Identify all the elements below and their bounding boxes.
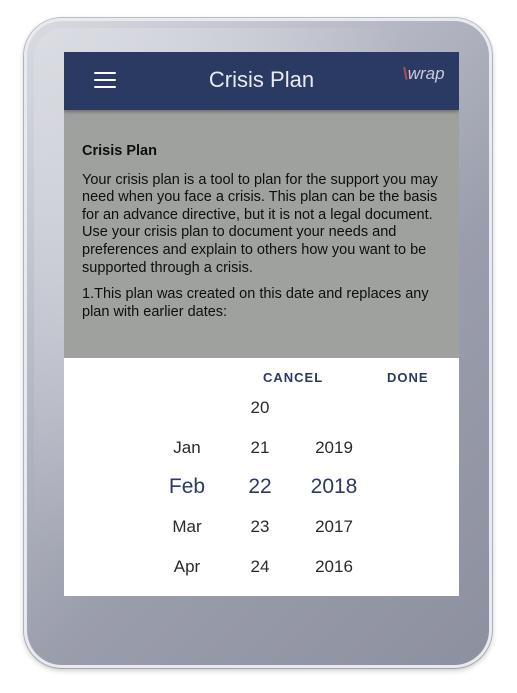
date-picker-dialog: CANCEL DONE Jan Feb Mar Apr 20 21 22 23 … <box>64 358 459 596</box>
done-button[interactable]: DONE <box>387 370 429 385</box>
cancel-button[interactable]: CANCEL <box>263 370 323 385</box>
day-option[interactable]: 21 <box>220 438 300 458</box>
phone-screen: Crisis Plan \wrap Crisis Plan Your crisi… <box>64 52 459 596</box>
intro-paragraph: Your crisis plan is a tool to plan for t… <box>82 171 438 276</box>
day-option[interactable]: 24 <box>220 557 300 577</box>
wrap-logo: \wrap <box>403 64 459 88</box>
crisis-plan-content: Crisis Plan Your crisis plan is a tool t… <box>64 110 459 358</box>
question-1-text: 1.This plan was created on this date and… <box>82 286 429 320</box>
year-option[interactable]: 2016 <box>294 557 374 577</box>
day-option[interactable]: 23 <box>220 517 300 537</box>
month-option[interactable]: Apr <box>147 557 227 577</box>
day-option-selected[interactable]: 22 <box>220 475 300 499</box>
month-option[interactable]: Jan <box>147 438 227 458</box>
day-option[interactable]: 20 <box>220 398 300 418</box>
page-title: Crisis Plan <box>208 67 315 92</box>
month-option[interactable]: Mar <box>147 517 227 537</box>
app-bar: Crisis Plan \wrap <box>64 52 459 110</box>
wrap-logo-text: wrap <box>407 64 445 83</box>
year-option[interactable]: 2019 <box>294 438 374 458</box>
section-heading: Crisis Plan <box>82 143 157 159</box>
year-option[interactable]: 2017 <box>294 517 374 537</box>
year-option-selected[interactable]: 2018 <box>294 475 374 499</box>
month-option-selected[interactable]: Feb <box>147 475 227 499</box>
